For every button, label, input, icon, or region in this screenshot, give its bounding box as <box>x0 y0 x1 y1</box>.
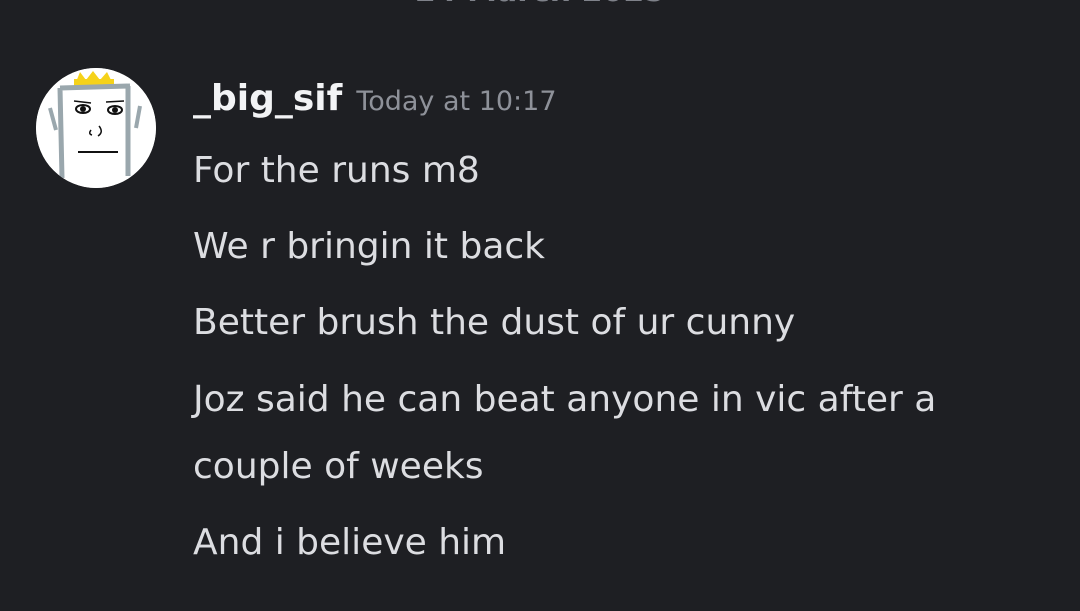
username[interactable]: _big_sif <box>193 78 342 119</box>
date-divider: 24 March 2025 <box>0 0 1080 12</box>
message-list: For the runs m8 We r bringin it back Bet… <box>193 138 1063 586</box>
message-text: Better brush the dust of ur cunny <box>193 302 796 343</box>
message-text: We r bringin it back <box>193 226 546 267</box>
message-text: And i believe him <box>193 522 507 563</box>
timestamp: Today at 10:17 <box>356 86 557 117</box>
date-divider-text: 24 March 2025 <box>415 0 665 9</box>
message-text: Joz said he can beat anyone in vic after… <box>193 379 937 487</box>
message-header: _big_sif Today at 10:17 <box>193 78 557 130</box>
message-text: For the runs m8 <box>193 150 480 191</box>
avatar[interactable] <box>36 68 156 188</box>
avatar-image <box>36 68 156 188</box>
